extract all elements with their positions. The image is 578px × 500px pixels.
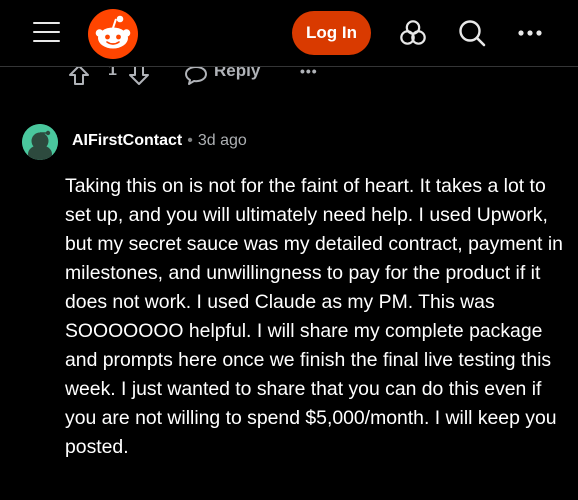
avatar[interactable] [22,124,58,160]
comment-timestamp: 3d ago [197,132,247,149]
reply-icon[interactable] [184,65,208,90]
top-bar-divider [0,66,578,67]
reddit-comment-page: Log In 1 Reply ••• AIFirstContact • 3d a… [0,0,578,500]
upvote-icon[interactable] [68,64,90,91]
login-button[interactable]: Log In [292,11,371,55]
meta-separator: • [187,132,193,149]
popular-icon[interactable] [398,18,428,48]
comment-author[interactable]: AIFirstContact [72,132,182,149]
downvote-icon[interactable] [128,64,150,91]
top-bar: Log In [0,0,578,66]
comment-meta: AIFirstContact • 3d ago [72,132,247,150]
reddit-logo[interactable] [88,9,138,59]
comment-body: Taking this on is not for the faint of h… [65,175,563,458]
search-icon[interactable] [457,18,487,48]
more-options-icon[interactable] [515,18,545,48]
menu-icon[interactable] [33,20,60,44]
